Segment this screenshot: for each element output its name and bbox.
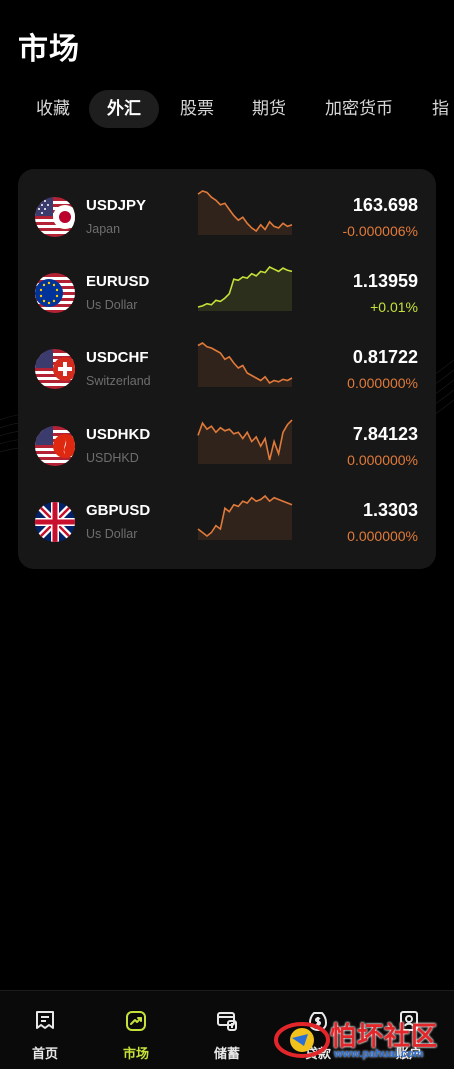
quote-price: 1.3303 — [362, 500, 418, 520]
quote-name: Switzerland — [86, 374, 151, 388]
market-trend-icon — [126, 1011, 146, 1031]
us-ch-flag-icon — [35, 349, 75, 389]
quote-change: +0.01% — [370, 299, 418, 315]
sparkline-chart — [197, 266, 293, 311]
home-doc-icon — [36, 1011, 54, 1029]
uk-us-flag-icon — [35, 502, 75, 542]
quote-price: 0.81722 — [352, 347, 418, 367]
nav-market[interactable]: 市场 — [91, 991, 181, 1069]
quote-name: USDHKD — [86, 451, 139, 465]
savings-icon — [217, 1012, 237, 1031]
quote-name: Us Dollar — [86, 527, 138, 541]
nav-label: 市场 — [122, 1046, 149, 1061]
tab-crypto[interactable]: 加密货币 — [325, 90, 393, 128]
eu-us-flag-icon — [35, 273, 75, 313]
quote-row-usdhkd[interactable]: USDHKD USDHKD 7.84123 0.000000% — [18, 416, 436, 492]
quote-name: Japan — [86, 222, 121, 236]
us-jp-flag-icon — [35, 197, 75, 237]
watermark-url: www.pahuai.com — [334, 1048, 424, 1060]
nav-label: 储蓄 — [213, 1046, 240, 1061]
quote-symbol: USDHKD — [86, 426, 151, 443]
tab-stocks[interactable]: 股票 — [180, 90, 214, 128]
quote-row-usdchf[interactable]: USDCHF Switzerland 0.81722 0.000000% — [18, 339, 436, 415]
sparkline-chart — [197, 494, 293, 540]
us-hk-flag-icon — [35, 426, 75, 466]
tab-index[interactable]: 指 — [432, 90, 449, 128]
category-tabs: 收藏 外汇 股票 期货 加密货币 指 — [0, 90, 454, 132]
quote-change: 0.000000% — [347, 452, 418, 468]
tab-favorites[interactable]: 收藏 — [36, 90, 70, 128]
watermark-logo-icon — [274, 1022, 330, 1058]
nav-savings[interactable]: 储蓄 — [182, 991, 272, 1069]
quote-symbol: USDJPY — [86, 197, 147, 214]
nav-home[interactable]: 首页 — [0, 991, 90, 1069]
quote-row-eurusd[interactable]: EURUSD Us Dollar 1.13959 +0.01% — [18, 263, 436, 339]
nav-label: 首页 — [31, 1046, 58, 1061]
quote-symbol: GBPUSD — [86, 502, 151, 519]
quote-price: 163.698 — [352, 195, 418, 215]
quote-list-card: USDJPY Japan 163.698 -0.000006% EURUSD U… — [18, 169, 436, 569]
tab-forex[interactable]: 外汇 — [89, 90, 159, 128]
quote-row-gbpusd[interactable]: GBPUSD Us Dollar 1.3303 0.000000% — [18, 492, 436, 568]
quote-row-usdjpy[interactable]: USDJPY Japan 163.698 -0.000006% — [18, 187, 436, 263]
quote-change: -0.000006% — [342, 223, 418, 239]
quote-change: 0.000000% — [347, 528, 418, 544]
quote-price: 1.13959 — [352, 271, 418, 291]
quote-name: Us Dollar — [86, 298, 138, 312]
sparkline-area — [198, 343, 292, 387]
sparkline-chart — [197, 419, 293, 464]
sparkline-chart — [197, 190, 293, 235]
page-title: 市场 — [18, 32, 80, 67]
quote-price: 7.84123 — [352, 424, 418, 444]
quote-symbol: USDCHF — [86, 349, 149, 366]
sparkline-chart — [197, 342, 293, 387]
watermark: 怕坏社区 www.pahuai.com — [274, 1012, 450, 1064]
quote-symbol: EURUSD — [86, 273, 150, 290]
tab-futures[interactable]: 期货 — [252, 90, 286, 128]
quote-change: 0.000000% — [347, 375, 418, 391]
